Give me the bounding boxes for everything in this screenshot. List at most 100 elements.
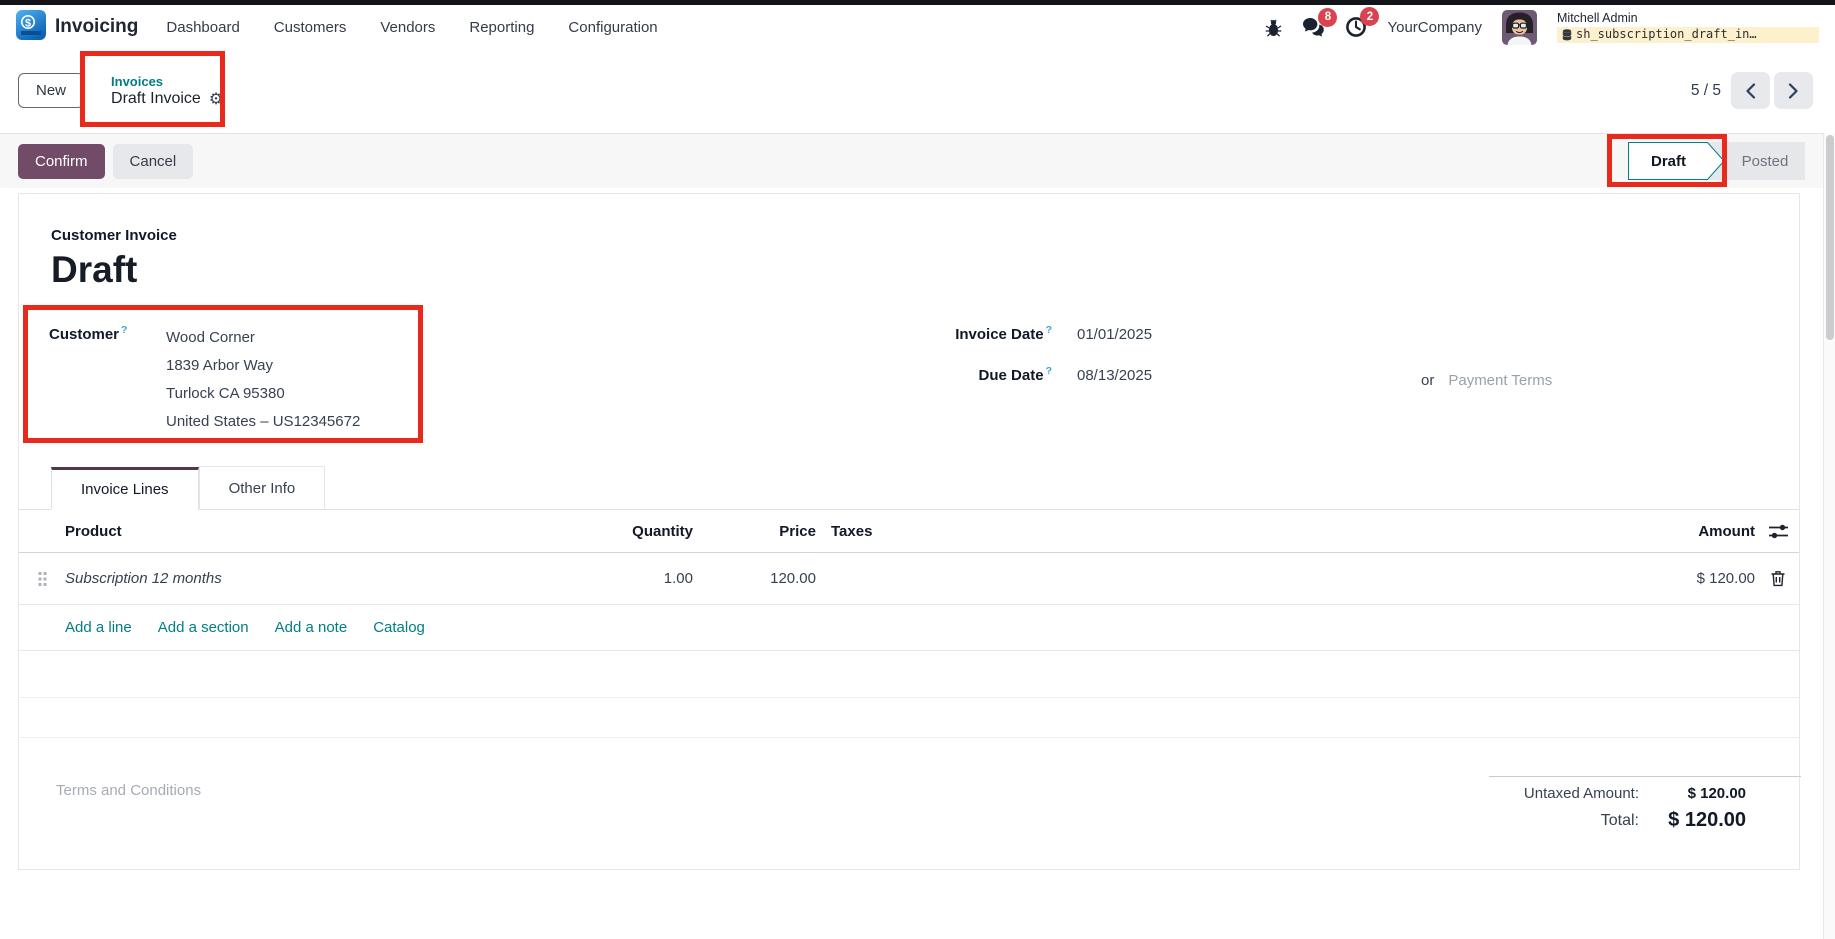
delete-line-button[interactable]	[1755, 570, 1801, 587]
debug-bug-icon[interactable]	[1265, 18, 1282, 37]
add-line-link[interactable]: Add a line	[65, 619, 132, 636]
due-date-field: Due Date? 08/13/2025	[934, 365, 1152, 384]
col-header-quantity[interactable]: Quantity	[519, 523, 693, 540]
state-draft[interactable]: Draft	[1628, 142, 1725, 180]
svg-text:$: $	[25, 17, 31, 29]
empty-table-row	[19, 651, 1799, 698]
col-header-amount[interactable]: Amount	[1559, 523, 1755, 540]
customer-value: Wood Corner 1839 Arbor Way Turlock CA 95…	[166, 324, 360, 436]
help-question-icon: ?	[121, 324, 127, 336]
help-question-icon: ?	[1046, 324, 1052, 336]
col-header-product[interactable]: Product	[65, 523, 519, 540]
menu-customers[interactable]: Customers	[274, 19, 347, 36]
col-header-price[interactable]: Price	[693, 523, 816, 540]
record-pager: 5 / 5	[1691, 72, 1813, 109]
top-navbar: $ Invoicing Dashboard Customers Vendors …	[0, 5, 1835, 49]
invoice-date-field: Invoice Date? 01/01/2025	[934, 324, 1152, 343]
scrollbar-thumb[interactable]	[1826, 135, 1834, 340]
customer-address-line: Turlock CA 95380	[166, 380, 360, 408]
tab-other-info[interactable]: Other Info	[199, 466, 326, 509]
totals-block: Untaxed Amount: $ 120.00 Total: $ 120.00	[1489, 776, 1801, 832]
untaxed-amount-value: $ 120.00	[1639, 785, 1746, 802]
sliders-icon	[1768, 523, 1789, 540]
activities-clock-icon[interactable]: 2	[1345, 16, 1367, 38]
customer-address-line: United States – US12345672	[166, 408, 360, 436]
terms-and-conditions-input[interactable]: Terms and Conditions	[56, 782, 201, 799]
notebook-tabs: Invoice Lines Other Info	[19, 466, 1799, 510]
activities-badge: 2	[1360, 7, 1379, 26]
add-section-link[interactable]: Add a section	[158, 619, 249, 636]
user-avatar[interactable]	[1502, 10, 1537, 45]
company-switcher[interactable]: YourCompany	[1387, 19, 1482, 36]
chevron-left-icon	[1745, 83, 1756, 99]
database-indicator: sh_subscription_draft_in…	[1557, 27, 1819, 43]
catalog-link[interactable]: Catalog	[373, 619, 425, 636]
new-button[interactable]: New	[18, 73, 84, 108]
line-price-cell[interactable]: 120.00	[693, 570, 816, 587]
invoicing-app-icon: $	[16, 10, 46, 45]
messages-badge: 8	[1318, 8, 1337, 27]
navbar-right: 8 2 YourCompany	[1265, 10, 1819, 45]
invoice-state-title: Draft	[51, 249, 137, 291]
invoice-line-row[interactable]: Subscription 12 months 1.00 120.00 $ 120…	[19, 553, 1799, 605]
actions-gear-icon[interactable]: ⚙︎	[209, 91, 223, 107]
invoice-date-input[interactable]: 01/01/2025	[1077, 326, 1152, 343]
main-menu: Dashboard Customers Vendors Reporting Co…	[166, 19, 657, 36]
breadcrumb: Invoices Draft Invoice ⚙︎	[111, 74, 223, 108]
odoo-invoicing-screen: $ Invoicing Dashboard Customers Vendors …	[0, 0, 1835, 939]
menu-dashboard[interactable]: Dashboard	[166, 19, 239, 36]
app-title: Invoicing	[55, 16, 138, 38]
add-note-link[interactable]: Add a note	[275, 619, 348, 636]
menu-reporting[interactable]: Reporting	[469, 19, 534, 36]
customer-name-input[interactable]: Wood Corner	[166, 324, 360, 352]
customer-address-line: 1839 Arbor Way	[166, 352, 360, 380]
trash-icon	[1770, 570, 1786, 587]
pager-next-button[interactable]	[1774, 72, 1813, 109]
menu-vendors[interactable]: Vendors	[380, 19, 435, 36]
line-product-cell[interactable]: Subscription 12 months	[65, 570, 519, 587]
tab-invoice-lines[interactable]: Invoice Lines	[51, 467, 199, 510]
total-label: Total:	[1489, 812, 1639, 830]
total-value: $ 120.00	[1639, 809, 1746, 832]
pager-previous-button[interactable]	[1731, 72, 1770, 109]
line-amount-cell: $ 120.00	[1559, 570, 1755, 587]
state-posted[interactable]: Posted	[1725, 142, 1805, 180]
empty-table-row	[19, 698, 1799, 738]
payment-terms-field: or Payment Terms	[1421, 372, 1552, 389]
cancel-button[interactable]: Cancel	[113, 144, 194, 179]
or-label: or	[1421, 372, 1434, 389]
user-menu[interactable]: Mitchell Admin sh_subscription_draft_in…	[1557, 11, 1819, 43]
state-widget: Draft Posted	[1628, 142, 1805, 180]
payment-terms-input[interactable]: Payment Terms	[1448, 372, 1552, 389]
line-actions-row: Add a line Add a section Add a note Cata…	[19, 605, 1799, 651]
due-date-label: Due Date?	[934, 365, 1052, 384]
database-icon	[1562, 29, 1572, 41]
untaxed-amount-label: Untaxed Amount:	[1489, 785, 1639, 802]
due-date-input[interactable]: 08/13/2025	[1077, 367, 1152, 384]
optional-columns-button[interactable]	[1755, 523, 1801, 540]
help-question-icon: ?	[1046, 365, 1052, 377]
invoice-form-sheet: Customer Invoice Draft Customer? Wood Co…	[18, 193, 1800, 870]
breadcrumb-current: Draft Invoice	[111, 90, 201, 108]
invoice-lines-table: Product Quantity Price Taxes Amount	[19, 510, 1799, 738]
messages-icon[interactable]: 8	[1302, 17, 1325, 38]
menu-configuration[interactable]: Configuration	[568, 19, 657, 36]
table-header-row: Product Quantity Price Taxes Amount	[19, 510, 1799, 553]
app-brand[interactable]: $ Invoicing	[16, 10, 138, 45]
dates-fields: Invoice Date? 01/01/2025 Due Date? 08/13…	[934, 324, 1152, 384]
pager-count: 5 / 5	[1691, 82, 1721, 100]
customer-field: Customer? Wood Corner 1839 Arbor Way Tur…	[49, 324, 360, 436]
col-header-taxes[interactable]: Taxes	[816, 523, 1559, 540]
invoice-date-label: Invoice Date?	[934, 324, 1052, 343]
form-status-bar: Confirm Cancel Draft Posted	[0, 133, 1823, 188]
vertical-scrollbar[interactable]	[1823, 133, 1835, 939]
drag-handle-icon[interactable]	[19, 571, 65, 587]
control-panel: New Invoices Draft Invoice ⚙︎ 5 / 5	[0, 48, 1831, 133]
line-quantity-cell[interactable]: 1.00	[519, 570, 693, 587]
customer-label: Customer?	[49, 324, 166, 436]
chevron-right-icon	[1788, 83, 1799, 99]
document-type-label: Customer Invoice	[51, 227, 177, 244]
breadcrumb-invoices-link[interactable]: Invoices	[111, 74, 223, 89]
confirm-button[interactable]: Confirm	[18, 144, 105, 179]
user-name: Mitchell Admin	[1557, 11, 1819, 25]
